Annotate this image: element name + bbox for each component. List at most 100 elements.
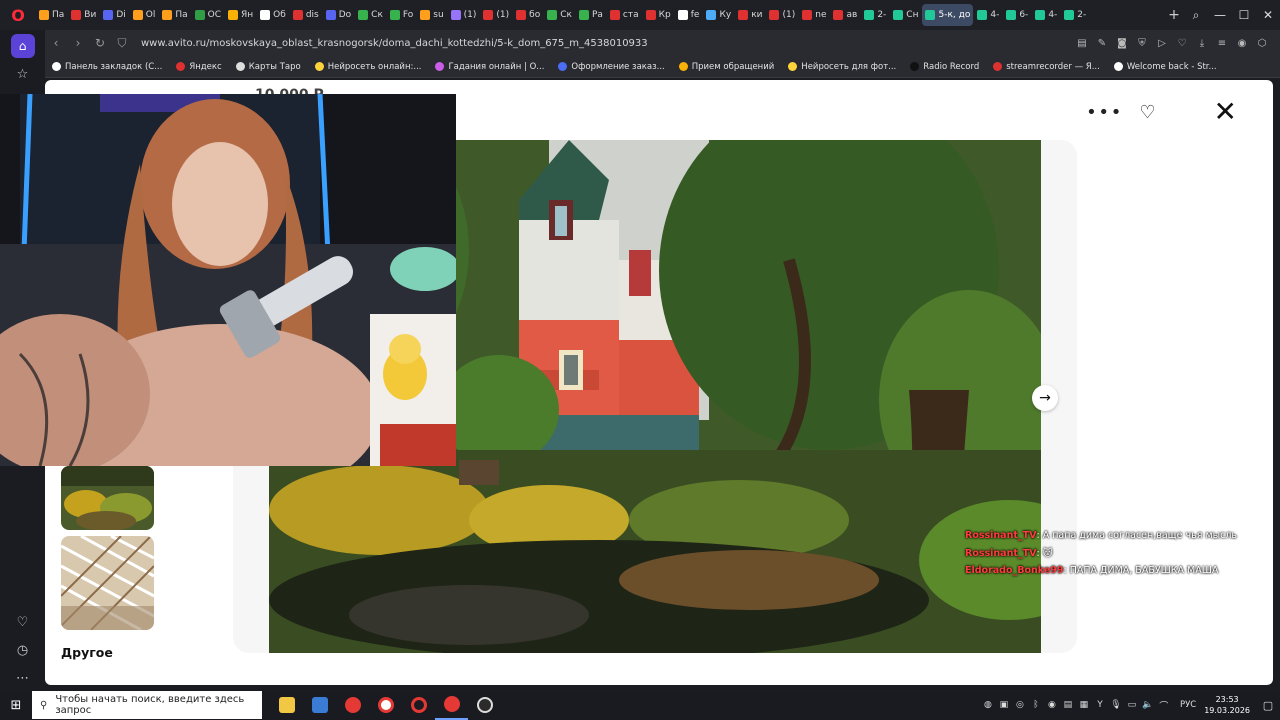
browser-tab[interactable]: Ск: [544, 4, 575, 26]
browser-tab[interactable]: Ск: [355, 4, 386, 26]
store-button[interactable]: [303, 690, 336, 720]
browser-tab[interactable]: Do: [323, 4, 354, 26]
close-gallery-icon[interactable]: ✕: [1214, 98, 1237, 126]
sidebar-home-button[interactable]: ⌂: [0, 32, 45, 60]
bookmark-item[interactable]: streamrecorder — Я...: [993, 62, 1100, 72]
sidebar-more-icon[interactable]: ⋯: [0, 664, 45, 692]
bookmark-item[interactable]: Прием обращений: [678, 62, 774, 72]
download-icon[interactable]: ⤓: [1192, 38, 1212, 49]
bookmark-item[interactable]: Панель закладок (С...: [52, 62, 162, 72]
browser-tab[interactable]: ne: [799, 4, 829, 26]
maximize-button[interactable]: ☐: [1232, 8, 1256, 22]
reload-button[interactable]: ↻: [89, 36, 111, 50]
bookmark-item[interactable]: Welcome back - Str...: [1113, 62, 1217, 72]
browser-tab[interactable]: 5-к, до: [922, 4, 974, 26]
gallery-thumbnail[interactable]: [61, 536, 154, 630]
obs-button[interactable]: [468, 690, 501, 720]
browser-tab[interactable]: Сн: [890, 4, 921, 26]
minimize-button[interactable]: —: [1208, 8, 1232, 22]
extensions-icon[interactable]: ⬡: [1252, 38, 1272, 49]
close-window-button[interactable]: ✕: [1256, 8, 1280, 22]
sidebar-speed-dial-icon[interactable]: ☆: [0, 60, 45, 88]
tray-mic-icon[interactable]: 🎙: [1108, 700, 1124, 710]
browser-tab[interactable]: 4-: [1032, 4, 1060, 26]
browser-tab[interactable]: ки: [735, 4, 765, 26]
sidebar-heart-icon[interactable]: ♡: [0, 608, 45, 636]
play-icon[interactable]: ▷: [1152, 38, 1172, 49]
browser-tab[interactable]: Di: [100, 4, 128, 26]
tray-wifi-icon[interactable]: ⌒: [1156, 699, 1172, 712]
browser-tab[interactable]: Ви: [68, 4, 99, 26]
tray-app-icon[interactable]: ▣: [996, 700, 1012, 710]
browser-tab[interactable]: (1): [480, 4, 512, 26]
language-indicator[interactable]: РУС: [1180, 700, 1196, 710]
tray-app2-icon[interactable]: ▤: [1060, 700, 1076, 710]
opera-logo-icon[interactable]: O: [0, 0, 36, 30]
browser-tab[interactable]: fe: [675, 4, 703, 26]
reader-icon[interactable]: ▤: [1072, 38, 1092, 49]
browser-tab[interactable]: Об: [257, 4, 289, 26]
browser-tab[interactable]: Па: [36, 4, 67, 26]
profile-icon[interactable]: ◉: [1232, 38, 1252, 49]
browser-tab[interactable]: Ян: [225, 4, 256, 26]
yandex-browser-button[interactable]: [369, 690, 402, 720]
tray-bluetooth-icon[interactable]: ᛒ: [1028, 700, 1044, 710]
browser-tab[interactable]: ста: [607, 4, 642, 26]
opera-button[interactable]: [402, 690, 435, 720]
browser-tab[interactable]: Ра: [576, 4, 606, 26]
tray-volume-icon[interactable]: 🔈: [1140, 700, 1156, 710]
browser-tab[interactable]: 2-: [1061, 4, 1089, 26]
bookmark-item[interactable]: Оформление заказ...: [558, 62, 665, 72]
notifications-icon[interactable]: ▢: [1256, 699, 1280, 712]
category-other-label[interactable]: Другое: [61, 645, 113, 660]
url-field[interactable]: www.avito.ru/moskovskaya_oblast_krasnogo…: [133, 38, 1072, 49]
tray-app3-icon[interactable]: ▦: [1076, 700, 1092, 710]
browser-tab[interactable]: (1): [766, 4, 798, 26]
snapshot-icon[interactable]: ◙: [1112, 38, 1132, 49]
windows-start-icon[interactable]: ⊞: [0, 690, 32, 720]
favorite-heart-icon[interactable]: ♡: [1139, 102, 1155, 123]
browser-tab[interactable]: Fo: [387, 4, 416, 26]
site-info-icon[interactable]: ⛉: [111, 36, 133, 51]
new-tab-button[interactable]: +: [1164, 7, 1184, 23]
browser-tab[interactable]: Па: [159, 4, 190, 26]
tray-network-icon[interactable]: ◎: [1012, 700, 1028, 710]
browser-tab[interactable]: Кр: [643, 4, 674, 26]
more-options-icon[interactable]: • • •: [1086, 102, 1121, 123]
browser-tab[interactable]: 2-: [861, 4, 889, 26]
browser-tab[interactable]: (1): [448, 4, 480, 26]
browser-tab[interactable]: Ку: [703, 4, 734, 26]
sidebar-history-icon[interactable]: ◷: [0, 636, 45, 664]
menu-icon[interactable]: ≡: [1212, 38, 1232, 49]
edit-icon[interactable]: ✎: [1092, 38, 1112, 49]
bookmark-item[interactable]: Radio Record: [910, 62, 979, 72]
bookmark-heart-icon[interactable]: ♡: [1172, 38, 1192, 49]
browser-tab[interactable]: 4-: [974, 4, 1002, 26]
taskbar-search-input[interactable]: ⚲ Чтобы начать поиск, введите здесь запр…: [32, 691, 262, 719]
bookmark-item[interactable]: Нейросеть для фот...: [788, 62, 896, 72]
browser-tab[interactable]: ОС: [192, 4, 224, 26]
back-button[interactable]: ‹: [45, 36, 67, 50]
bookmark-item[interactable]: Карты Таро: [235, 62, 301, 72]
browser-tab[interactable]: Ol: [130, 4, 159, 26]
tray-display-icon[interactable]: ▭: [1124, 700, 1140, 710]
bookmark-item[interactable]: Яндекс: [176, 62, 222, 72]
tray-steam-icon[interactable]: ◉: [1044, 700, 1060, 710]
browser-tab[interactable]: dis: [290, 4, 322, 26]
gallery-thumbnail[interactable]: [61, 466, 154, 530]
next-photo-button[interactable]: →: [1032, 385, 1058, 411]
shield-icon[interactable]: ⛨: [1132, 38, 1152, 49]
search-tabs-icon[interactable]: ⌕: [1184, 8, 1208, 23]
yandex-button[interactable]: [336, 690, 369, 720]
opera-gx-button[interactable]: [435, 690, 468, 720]
forward-button[interactable]: ›: [67, 36, 89, 50]
tray-discord-icon[interactable]: ◍: [980, 700, 996, 710]
browser-tab[interactable]: su: [417, 4, 446, 26]
browser-tab[interactable]: 6-: [1003, 4, 1031, 26]
clock[interactable]: 23:53 19.03.2026: [1204, 694, 1250, 716]
tray-yandex-icon[interactable]: Y: [1092, 700, 1108, 710]
file-explorer-button[interactable]: [270, 690, 303, 720]
browser-tab[interactable]: ав: [830, 4, 860, 26]
browser-tab[interactable]: бо: [513, 4, 543, 26]
bookmark-item[interactable]: Гадания онлайн | О...: [435, 62, 544, 72]
